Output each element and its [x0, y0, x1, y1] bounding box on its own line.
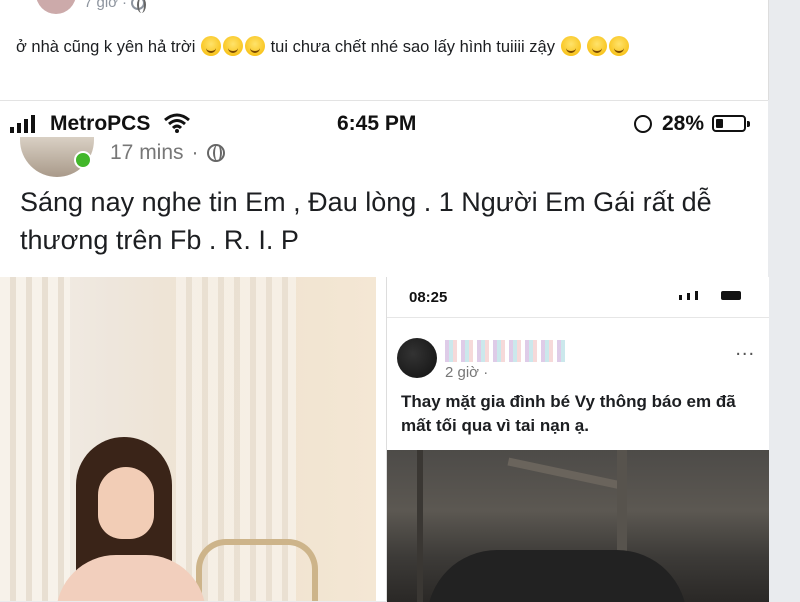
inner-post-meta[interactable]: 2 giờ · [445, 364, 488, 381]
post-time[interactable]: 17 mins [110, 141, 184, 165]
globe-icon [206, 144, 225, 162]
emoji-icon [587, 36, 608, 56]
top-post-text: ở nhà cũng k yên hả trời tui chưa chết n… [16, 32, 746, 62]
inner-status-bar: 08:25 [387, 277, 769, 317]
online-indicator [74, 151, 92, 169]
inner-status-time: 08:25 [409, 289, 448, 306]
post-text: Sáng nay nghe tin Em , Đau lòng . 1 Ngườ… [20, 187, 712, 255]
battery-percent: 28% [662, 112, 705, 135]
inner-phone-screenshot[interactable]: 08:25 2 giờ · ... Thay mặt gia đình bé V… [386, 277, 769, 602]
blurred-name [445, 340, 565, 362]
inner-post-text: Thay mặt gia đình bé Vy thông báo em đã … [401, 392, 736, 435]
signal-bars-icon [10, 115, 35, 133]
avatar[interactable] [36, 0, 76, 14]
girl-photo[interactable] [0, 277, 376, 601]
globe-icon [131, 0, 147, 13]
top-post-meta: 7 giờ · [84, 0, 147, 13]
more-options-icon[interactable]: ... [735, 338, 755, 361]
inner-status-icons [679, 291, 741, 300]
status-bar: MetroPCS 6:45 PM 28% [0, 101, 768, 145]
wifi-icon [164, 113, 190, 133]
chair [196, 539, 318, 601]
battery-icon [721, 291, 741, 300]
phone-screenshot: MetroPCS 6:45 PM 28% 17 mins · Sáng nay … [0, 100, 769, 602]
emoji-icon [609, 36, 630, 56]
car-photo[interactable] [387, 450, 769, 602]
rotation-lock-icon [634, 115, 652, 133]
battery-icon [712, 115, 750, 132]
post-meta: 17 mins · [110, 141, 225, 165]
top-post-time[interactable]: 7 giờ [84, 0, 118, 11]
inner-post-card: 2 giờ · ... Thay mặt gia đình bé Vy thôn… [387, 317, 769, 602]
avatar[interactable] [397, 338, 437, 378]
emoji-icon [245, 36, 265, 56]
emoji-icon [201, 36, 221, 56]
emoji-icon [223, 36, 243, 56]
carrier-name: MetroPCS [50, 112, 151, 135]
top-comment-card: 7 giờ · ở nhà cũng k yên hả trời tui chư… [0, 0, 769, 100]
status-time: 6:45 PM [337, 112, 417, 135]
car [427, 550, 687, 602]
emoji-icon [560, 36, 581, 56]
